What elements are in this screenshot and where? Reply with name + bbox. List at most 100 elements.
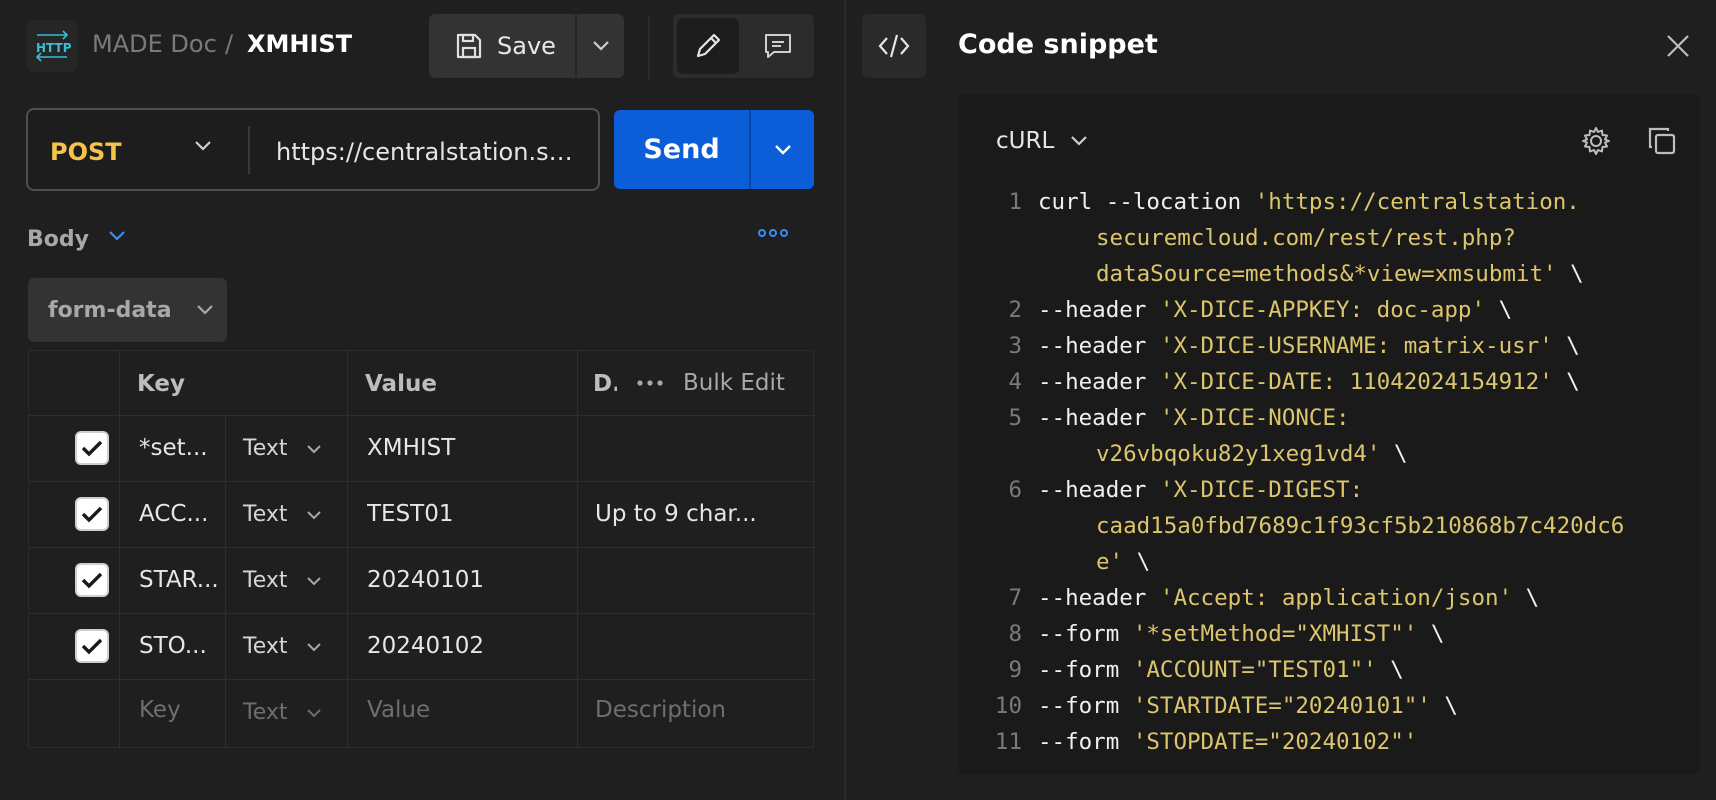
line-number: 8	[1008, 621, 1022, 647]
new-description-input[interactable]: Description	[595, 697, 805, 723]
code-line-row: securemcloud.com/rest/rest.php?	[958, 220, 1700, 256]
more-horizontal-icon[interactable]	[637, 379, 663, 387]
param-type-select[interactable]: Text	[243, 568, 322, 593]
code-token: curl --location	[1038, 189, 1255, 215]
code-snippet-toggle[interactable]	[862, 14, 926, 78]
request-title[interactable]: XMHIST	[247, 30, 352, 58]
row-enabled-checkbox[interactable]	[75, 497, 109, 531]
chevron-down-icon	[196, 304, 214, 316]
send-options-button[interactable]	[749, 110, 814, 189]
param-key-cell[interactable]: ACC...	[139, 501, 221, 527]
column-header-value: Value	[365, 371, 437, 397]
row-enabled-checkbox[interactable]	[75, 563, 109, 597]
save-options-button[interactable]	[575, 14, 624, 78]
code-string-token: '*setMethod="XMHIST"'	[1132, 621, 1418, 647]
table-column-divider	[225, 415, 226, 749]
code-text: --header 'Accept: application/json' \	[1038, 580, 1539, 616]
new-type-select[interactable]: Text	[243, 700, 322, 725]
param-value-cell[interactable]: 20240102	[367, 633, 567, 659]
table-header-actions: Bulk Edit	[617, 351, 813, 415]
param-type-select[interactable]: Text	[243, 436, 322, 461]
snippet-language-select[interactable]: cURL	[996, 128, 1088, 154]
code-snippet-title: Code snippet	[958, 29, 1158, 60]
breadcrumb-parent[interactable]: MADE Doc	[92, 30, 217, 58]
comments-button[interactable]	[747, 18, 809, 74]
new-key-input[interactable]: Key	[139, 697, 221, 723]
url-divider	[248, 126, 250, 174]
row-enabled-checkbox[interactable]	[75, 431, 109, 465]
panel-divider[interactable]	[844, 0, 846, 800]
line-number: 6	[1008, 477, 1022, 503]
chevron-down-icon	[1070, 135, 1088, 147]
send-button[interactable]: Send	[614, 110, 749, 189]
chevron-down-icon	[592, 40, 610, 52]
edit-mode-button[interactable]	[677, 18, 739, 74]
checkbox-checked-icon	[81, 505, 103, 523]
save-button[interactable]: Save	[429, 14, 574, 78]
code-token: \	[1552, 369, 1580, 395]
param-value-cell[interactable]: XMHIST	[367, 435, 567, 461]
body-tab[interactable]: Body	[27, 227, 89, 252]
code-text: dataSource=methods&*view=xmsubmit' \	[1096, 256, 1584, 292]
code-string-token: e'	[1096, 549, 1124, 575]
code-token: --header	[1038, 585, 1160, 611]
code-token: --header	[1038, 369, 1160, 395]
column-header-key: Key	[137, 371, 186, 397]
code-text: securemcloud.com/rest/rest.php?	[1096, 220, 1516, 256]
snippet-language-label: cURL	[996, 128, 1055, 154]
code-line: 8 --form '*setMethod="XMHIST"' \	[958, 616, 1700, 652]
code-text: --header 'X-DICE-DIGEST:	[1038, 472, 1363, 508]
code-line-row: 11 --form 'STOPDATE="20240102"'	[958, 724, 1700, 760]
chevron-down-icon	[306, 576, 322, 586]
gear-icon[interactable]	[1580, 125, 1612, 157]
more-horizontal-icon[interactable]	[758, 226, 788, 240]
code-line-row: e' \	[958, 544, 1700, 580]
table-row-divider	[29, 679, 815, 680]
param-description-cell[interactable]: Up to 9 char...	[595, 501, 805, 527]
code-text: v26vbqoku82y1xeg1vd4' \	[1096, 436, 1408, 472]
table-row-divider	[29, 613, 815, 614]
code-text: --header 'X-DICE-NONCE:	[1038, 400, 1350, 436]
code-string-token: caad15a0fbd7689c1f93cf5b210868b7c420dc6	[1096, 513, 1625, 539]
param-type-label: Text	[243, 436, 288, 461]
param-value-cell[interactable]: TEST01	[367, 501, 567, 527]
code-line: 11 --form 'STOPDATE="20240102"'	[958, 724, 1700, 760]
line-number: 2	[1008, 297, 1022, 323]
param-value-cell[interactable]: 20240101	[367, 567, 567, 593]
chevron-down-icon[interactable]	[194, 140, 212, 152]
bulk-edit-button[interactable]: Bulk Edit	[683, 370, 785, 396]
save-label: Save	[497, 32, 556, 60]
code-token: \	[1552, 333, 1580, 359]
param-key-cell[interactable]: STO...	[139, 633, 221, 659]
chevron-down-icon[interactable]	[108, 230, 126, 242]
save-icon	[455, 32, 483, 60]
param-key-cell[interactable]: *set...	[139, 435, 221, 461]
param-type-select[interactable]: Text	[243, 634, 322, 659]
new-value-input[interactable]: Value	[367, 697, 567, 723]
param-type-label: Text	[243, 634, 288, 659]
param-key-cell[interactable]: STAR...	[139, 567, 221, 593]
chevron-down-icon	[306, 444, 322, 454]
code-line-row: caad15a0fbd7689c1f93cf5b210868b7c420dc6	[958, 508, 1700, 544]
row-enabled-checkbox[interactable]	[75, 629, 109, 663]
code-text: --header 'X-DICE-USERNAME: matrix-usr' \	[1038, 328, 1580, 364]
code-token: --form	[1038, 621, 1133, 647]
copy-icon[interactable]	[1646, 125, 1678, 157]
param-type-select[interactable]: Text	[243, 502, 322, 527]
code-token: \	[1430, 693, 1458, 719]
table-row-divider	[29, 415, 815, 416]
code-line-row: 1 curl --location 'https://centralstation…	[958, 184, 1700, 220]
close-button[interactable]	[1660, 28, 1696, 64]
table-row-divider	[29, 547, 815, 548]
url-input[interactable]: https://centralstation.securemcloud.com/…	[276, 138, 582, 166]
code-line-row: 8 --form '*setMethod="XMHIST"' \	[958, 616, 1700, 652]
http-method-select[interactable]: POST	[50, 138, 122, 166]
code-line: 9 --form 'ACCOUNT="TEST01"' \	[958, 652, 1700, 688]
request-url-bar: POST https://centralstation.securemcloud…	[26, 108, 600, 191]
body-mode-select[interactable]: form-data	[28, 278, 227, 342]
code-token: --form	[1038, 657, 1133, 683]
code-string-token: 'ACCOUNT="TEST01"'	[1132, 657, 1377, 683]
param-type-label: Text	[243, 700, 288, 725]
svg-text:HTTP: HTTP	[36, 41, 71, 55]
breadcrumb-separator: /	[225, 30, 234, 58]
